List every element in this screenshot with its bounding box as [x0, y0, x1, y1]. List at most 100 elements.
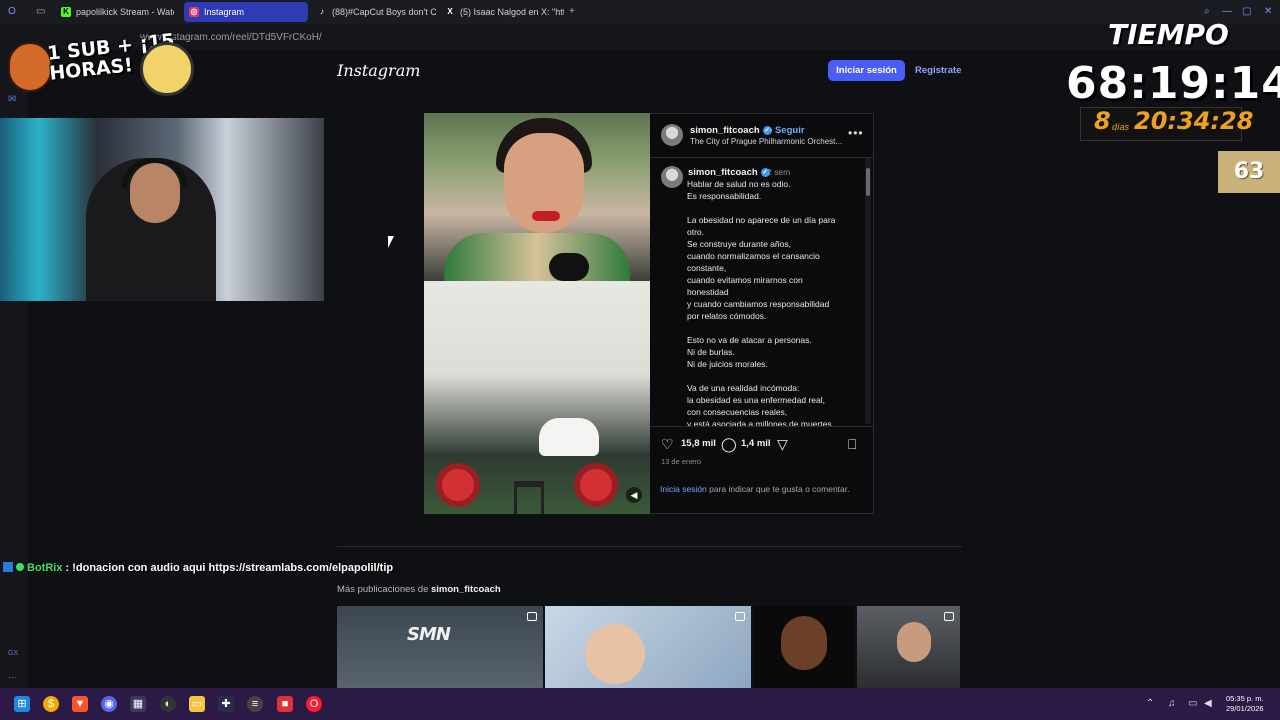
store-icon[interactable]: ▦ — [130, 696, 146, 712]
post-video[interactable]: ◀ — [424, 113, 650, 514]
sub-bonus-badge: 1 SUB + ¡15 HORAS! — [8, 28, 198, 100]
divider — [650, 426, 874, 427]
person-shape — [897, 622, 931, 662]
coin-app-icon[interactable]: $ — [43, 696, 59, 712]
post-thumbnail[interactable] — [857, 606, 960, 688]
like-icon[interactable]: ♡ — [661, 436, 674, 453]
post-thumbnail[interactable] — [545, 606, 751, 688]
avatar[interactable] — [661, 124, 683, 146]
folder-icon[interactable]: ▭ — [189, 696, 205, 712]
lips-shape — [532, 211, 560, 221]
caption-line: otro. — [687, 227, 705, 237]
follow-button[interactable]: • Seguir — [769, 125, 805, 136]
timer-days: 8 — [1094, 107, 1111, 135]
caption-line: y cuando cambiamos responsabilidad — [687, 299, 830, 309]
post-thumbnail[interactable]: SMN — [337, 606, 543, 688]
post-thumbnail[interactable] — [753, 606, 855, 688]
caption-text: Hablar de salud no es odio. Es responsabi… — [687, 178, 855, 426]
more-options-icon[interactable]: ••• — [848, 126, 864, 140]
instagram-logo[interactable]: Instagram — [337, 61, 420, 80]
red-app-icon[interactable]: ■ — [277, 696, 293, 712]
weight-plate-shape — [436, 463, 480, 507]
close-icon[interactable]: ✕ — [1264, 6, 1272, 17]
microphone-shape — [549, 253, 589, 281]
comment-icon[interactable]: ◯ — [721, 436, 737, 453]
windows-start-icon[interactable]: ⊞ — [14, 696, 30, 712]
chat-message: BotRix : !donacion con audio aqui https:… — [0, 562, 420, 578]
alarm-clock-icon — [140, 42, 194, 96]
tiktok-icon: ♪ — [320, 7, 324, 16]
caption-line: y está asociada a millones de muertes — [687, 419, 832, 426]
tab-tiktok[interactable]: ♪ (88)#CapCut Boys don't C — [312, 2, 436, 22]
weight-plate-shape — [574, 463, 618, 507]
network-icon[interactable]: ▭ — [1188, 698, 1197, 709]
timer-main: 68:19:14 — [1066, 58, 1280, 109]
clock-time: 05:35 p. m. — [1226, 694, 1264, 703]
app-icon[interactable]: ≡ — [247, 696, 263, 712]
tray-chevron-icon[interactable]: ⌃ — [1146, 698, 1154, 709]
microphone-icon[interactable]: ♫ — [1168, 698, 1176, 709]
caption-line: con consecuencias reales, — [687, 407, 788, 417]
gx-icon[interactable]: GX — [8, 650, 18, 657]
tab-instagram[interactable]: ◎ Instagram — [184, 2, 308, 22]
tab-overview-icon[interactable]: ▭ — [36, 6, 45, 17]
login-button[interactable]: Iniciar sesión — [828, 60, 905, 81]
bot-icon — [3, 562, 13, 572]
more-icon[interactable]: … — [8, 670, 17, 680]
caption-scrollbar[interactable] — [865, 158, 871, 424]
login-prompt-link[interactable]: Inicia sesión — [660, 484, 707, 494]
caption-line: constante, — [687, 263, 727, 273]
minimize-icon[interactable]: — — [1222, 6, 1232, 17]
caption-line: honestidad — [687, 287, 729, 297]
comments-count: 1,4 mil — [741, 438, 771, 449]
caption-line: cuando evitamos mirarnos con — [687, 275, 803, 285]
carousel-icon — [527, 612, 537, 621]
tab-x[interactable]: X (5) Isaac Nalgod en X: "http — [440, 2, 564, 22]
timer-elapsed: 20:34:28 — [1134, 107, 1254, 135]
devil-mascot-icon — [8, 42, 52, 92]
kick-icon: K — [61, 7, 71, 17]
carousel-icon — [944, 612, 954, 621]
tab-kick[interactable]: K papolilkick Stream - Watc — [56, 2, 174, 22]
username-text[interactable]: simon_fitcoach — [690, 125, 760, 136]
sound-icon[interactable]: ◀ — [626, 487, 642, 503]
mouse-cursor-icon — [388, 236, 394, 248]
gamepad-icon[interactable]: ✚ — [218, 696, 234, 712]
more-posts-user[interactable]: simon_fitcoach — [431, 584, 501, 595]
man-shape — [539, 418, 599, 456]
obs-icon[interactable]: ◐ — [160, 696, 176, 712]
post-username[interactable]: simon_fitcoach ✓ — [690, 125, 772, 136]
post-date: 13 de enero — [661, 457, 702, 466]
tab-strip: O ▭ K papolilkick Stream - Watc ◎ Instag… — [0, 0, 1280, 24]
instagram-icon: ◎ — [189, 7, 199, 17]
login-prompt-text: para indicar que te gusta o comentar. — [706, 484, 850, 494]
person-shape — [781, 616, 827, 670]
new-tab-button[interactable]: + — [569, 6, 575, 17]
caption-line: Ni de burlas. — [687, 347, 735, 357]
share-icon[interactable]: ▽ — [777, 436, 788, 453]
thumbnail-logo: SMN — [407, 624, 451, 645]
search-icon[interactable]: ⌕ — [1204, 6, 1210, 17]
signup-link[interactable]: Regístrate — [915, 60, 961, 81]
scrollbar-thumb[interactable] — [866, 168, 870, 196]
opera-gx-icon[interactable]: O — [306, 696, 322, 712]
caption-username[interactable]: simon_fitcoach ✓ — [688, 167, 770, 178]
caption-line: Hablar de salud no es odio. — [687, 179, 791, 189]
tab-label: (88)#CapCut Boys don't C — [332, 7, 436, 17]
system-clock[interactable]: 05:35 p. m. 29/01/2026 — [1226, 694, 1264, 714]
audio-track[interactable]: The City of Prague Philharmonic Orchest.… — [690, 137, 842, 146]
brave-icon[interactable]: ▼ — [72, 696, 88, 712]
caption-avatar[interactable] — [661, 166, 683, 188]
caption-line — [687, 322, 855, 334]
opera-menu-icon[interactable]: O — [8, 6, 16, 17]
video-top-frame — [424, 113, 650, 281]
discord-icon[interactable]: ◉ — [101, 696, 117, 712]
volume-icon[interactable]: ◀ — [1204, 698, 1212, 709]
maximize-icon[interactable]: ▢ — [1242, 6, 1251, 17]
bookmark-icon[interactable]: ⎕ — [848, 436, 856, 453]
username-text[interactable]: simon_fitcoach — [688, 167, 758, 178]
rack-shape — [514, 481, 544, 514]
sub-counter: 63 — [1218, 151, 1280, 193]
baby-shape — [585, 624, 645, 684]
divider — [337, 546, 962, 547]
